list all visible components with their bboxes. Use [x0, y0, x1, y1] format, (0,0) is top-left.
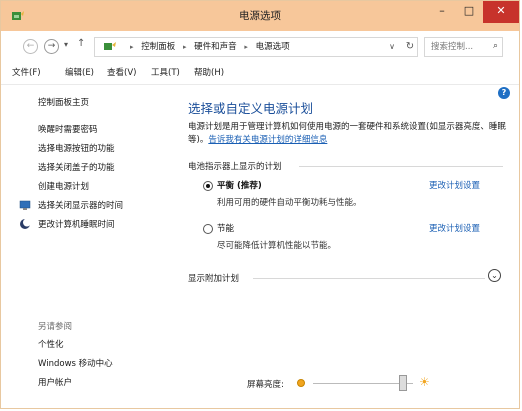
address-row: ← → ▾ ↑ ▸ 控制面板 ▸ 硬件和声音 ▸ 电源选项 ∨ ↻ 搜索控制..… — [1, 31, 519, 62]
address-bar[interactable]: ▸ 控制面板 ▸ 硬件和声音 ▸ 电源选项 — [94, 37, 418, 57]
brightness-slider[interactable] — [313, 383, 413, 384]
more-divider — [253, 278, 485, 279]
plan-balanced-name[interactable]: 平衡 (推荐) — [217, 179, 262, 191]
lid-close-function-link[interactable]: 选择关闭盖子的功能 — [38, 161, 115, 173]
breadcrumb-item[interactable]: 硬件和声音 — [194, 42, 237, 52]
menu-edit[interactable]: 编辑(E) — [65, 62, 94, 84]
breadcrumb-item[interactable]: 电源选项 — [256, 42, 290, 52]
battery-plans-group-title: 电池指示器上显示的计划 — [188, 162, 282, 172]
power-button-function-link[interactable]: 选择电源按钮的功能 — [38, 142, 115, 154]
wake-password-link[interactable]: 唤醒时需要密码 — [38, 123, 98, 135]
maximize-button[interactable]: □ — [456, 1, 482, 23]
address-dropdown-icon[interactable]: ∨ — [385, 37, 399, 57]
show-additional-plans[interactable]: 显示附加计划 — [188, 272, 239, 284]
menu-file[interactable]: 文件(F) — [12, 62, 41, 84]
refresh-icon[interactable]: ↻ — [401, 37, 419, 57]
up-arrow-icon[interactable]: ↑ — [77, 38, 85, 49]
menu-help[interactable]: 帮助(H) — [194, 62, 224, 84]
menu-bar: 文件(F) 编辑(E) 查看(V) 工具(T) 帮助(H) — [1, 62, 519, 85]
window: 电源选项 – □ ✕ ← → ▾ ↑ ▸ 控制面板 ▸ 硬件和声音 ▸ 电源选项… — [0, 0, 520, 409]
learn-more-link[interactable]: 告诉我有关电源计划的详细信息 — [208, 135, 327, 145]
create-power-plan-link[interactable]: 创建电源计划 — [38, 180, 89, 192]
plan-powersaver-name[interactable]: 节能 — [217, 222, 234, 234]
plan-balanced-radio[interactable] — [203, 181, 213, 191]
breadcrumb-item[interactable]: 控制面板 — [141, 42, 175, 52]
plan-powersaver-desc: 尽可能降低计算机性能以节能。 — [217, 241, 337, 251]
search-box[interactable]: 搜索控制... ⌕ — [424, 37, 503, 57]
recent-locations-icon[interactable]: ▾ — [64, 40, 68, 49]
see-also-title: 另请参阅 — [38, 322, 73, 332]
search-placeholder: 搜索控制... — [431, 42, 474, 52]
plan-balanced-change-link[interactable]: 更改计划设置 — [429, 179, 480, 191]
chevron-down-icon[interactable]: ⌄ — [488, 269, 501, 282]
control-panel-icon — [104, 42, 116, 50]
title-bar[interactable]: 电源选项 – □ ✕ — [1, 1, 519, 31]
control-panel-home-link[interactable]: 控制面板主页 — [38, 96, 89, 108]
back-button[interactable]: ← — [23, 39, 38, 54]
bright-sun-icon: ☀ — [419, 375, 430, 389]
plan-powersaver-radio[interactable] — [203, 224, 213, 234]
plan-powersaver-change-link[interactable]: 更改计划设置 — [429, 222, 480, 234]
left-pane: 控制面板主页 唤醒时需要密码 选择电源按钮的功能 选择关闭盖子的功能 创建电源计… — [1, 85, 171, 395]
brightness-slider-thumb[interactable] — [399, 375, 407, 391]
sleep-time-link[interactable]: 更改计算机睡眠时间 — [38, 218, 115, 230]
group-divider — [299, 166, 503, 167]
display-off-time-link[interactable]: 选择关闭显示器的时间 — [38, 199, 123, 211]
menu-tools[interactable]: 工具(T) — [151, 62, 180, 84]
breadcrumb-separator: ▸ — [182, 43, 187, 51]
menu-view[interactable]: 查看(V) — [107, 62, 136, 84]
minimize-button[interactable]: – — [429, 1, 455, 23]
breadcrumb-separator: ▸ — [130, 43, 134, 51]
personalization-link[interactable]: 个性化 — [38, 338, 64, 350]
mobility-center-link[interactable]: Windows 移动中心 — [38, 357, 113, 369]
breadcrumb-separator: ▸ — [244, 43, 248, 51]
search-icon[interactable]: ⌕ — [493, 41, 498, 51]
brightness-label: 屏幕亮度: — [247, 380, 284, 390]
help-icon[interactable]: ? — [498, 87, 510, 99]
close-button[interactable]: ✕ — [483, 1, 519, 23]
plan-balanced-desc: 利用可用的硬件自动平衡功耗与性能。 — [217, 198, 362, 208]
brightness-bar: 屏幕亮度: ☀ — [1, 370, 519, 400]
sleep-moon-icon — [20, 218, 31, 229]
dim-sun-icon — [297, 379, 305, 387]
display-icon — [19, 200, 31, 210]
page-title: 选择或自定义电源计划 — [188, 101, 314, 116]
forward-button[interactable]: → — [44, 39, 59, 54]
page-description: 电源计划是用于管理计算机如何使用电源的一套硬件和系统设置(如显示器亮度、睡眠等)… — [188, 121, 508, 147]
breadcrumb: ▸ 控制面板 ▸ 硬件和声音 ▸ 电源选项 — [125, 38, 290, 56]
